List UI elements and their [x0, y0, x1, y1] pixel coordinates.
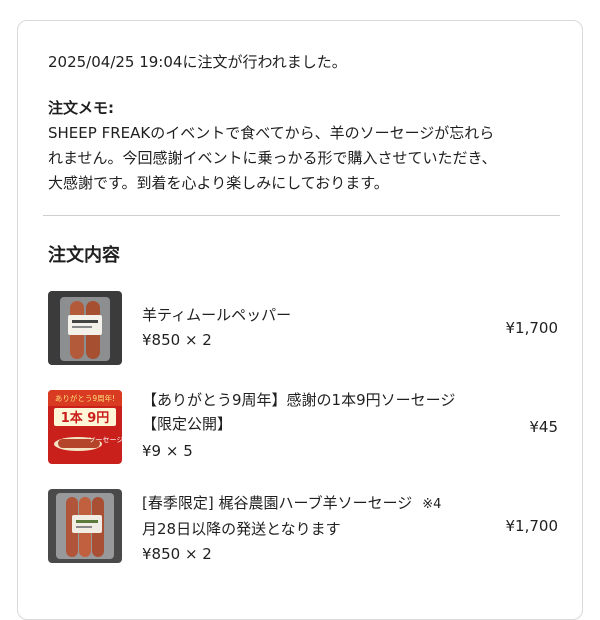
- item-quantity: ¥850 × 2: [142, 545, 212, 563]
- order-item: 羊ティムールペッパー ¥850 × 2 ¥1,700: [48, 291, 558, 371]
- item-quantity: ¥850 × 2: [142, 331, 212, 349]
- order-item: ありがとう9周年! 1本 9円 ソーセージ 【ありがとう9周年】感謝の1本9円ソ…: [48, 390, 558, 470]
- order-card: 2025/04/25 19:04に注文が行われました。 注文メモ: SHEEP …: [17, 20, 583, 620]
- divider: [43, 215, 560, 216]
- item-note: ※4: [422, 497, 442, 512]
- item-price: ¥1,700: [505, 319, 559, 337]
- item-name[interactable]: 【ありがとう9周年】感謝の1本9円ソーセージ 【限定公開】: [142, 388, 512, 436]
- item-price: ¥1,700: [505, 517, 559, 535]
- item-name[interactable]: [春季限定] 梶谷農園ハーブ羊ソーセージ ※4 月28日以降の発送となります: [142, 491, 512, 541]
- memo-line: 大感謝です。到着を心より楽しみにしております。: [48, 174, 389, 192]
- thumb-top-text: ありがとう9周年!: [55, 393, 115, 403]
- item-name-line: 月28日以降の発送となります: [142, 520, 341, 538]
- item-quantity: ¥9 × 5: [142, 442, 193, 460]
- item-name-line: [春季限定] 梶谷農園ハーブ羊ソーセージ ※4: [142, 494, 442, 512]
- product-image[interactable]: [48, 291, 122, 365]
- memo-body: SHEEP FREAKのイベントで食べてから、羊のソーセージが忘れら れません。…: [48, 121, 558, 196]
- order-timestamp: 2025/04/25 19:04に注文が行われました。: [48, 53, 347, 71]
- item-name-line: 【ありがとう9周年】感謝の1本9円ソーセージ: [142, 391, 456, 409]
- product-image[interactable]: ありがとう9周年! 1本 9円 ソーセージ: [48, 390, 122, 464]
- section-title-order-contents: 注文内容: [48, 245, 120, 266]
- item-price: ¥45: [529, 418, 558, 436]
- order-item: [春季限定] 梶谷農園ハーブ羊ソーセージ ※4 月28日以降の発送となります ¥8…: [48, 489, 558, 569]
- memo-line: SHEEP FREAKのイベントで食べてから、羊のソーセージが忘れら: [48, 124, 495, 142]
- item-name-line: 【限定公開】: [142, 415, 233, 433]
- memo-line: れません。今回感謝イベントに乗っかる形で購入させていただき、: [48, 149, 497, 167]
- thumb-bottom-text: ソーセージ: [89, 436, 122, 444]
- product-image[interactable]: [48, 489, 122, 563]
- item-name[interactable]: 羊ティムールペッパー: [142, 303, 492, 327]
- item-name-line: 羊ティムールペッパー: [142, 306, 292, 324]
- thumb-mid-text: 1本 9円: [61, 410, 110, 426]
- memo-title: 注文メモ:: [48, 99, 114, 117]
